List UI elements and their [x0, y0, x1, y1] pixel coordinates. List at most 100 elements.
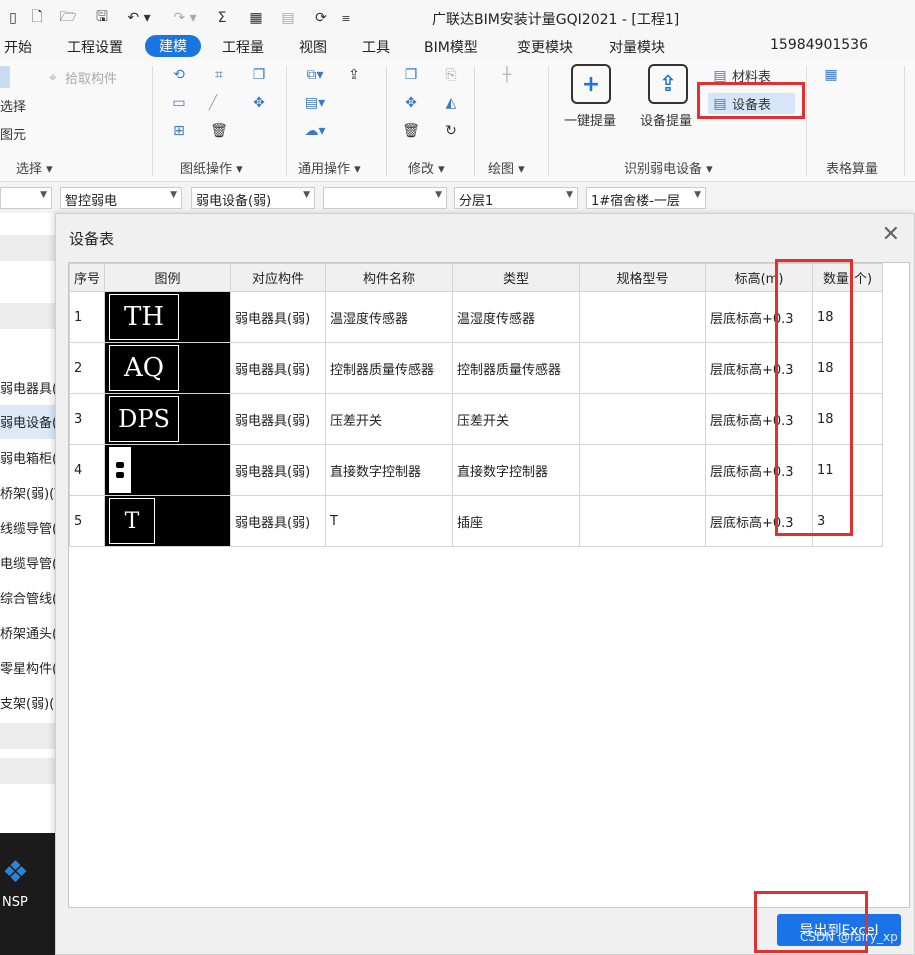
cell-component[interactable]: 弱电器具(弱) — [230, 291, 327, 343]
tree-item[interactable]: 桥架(弱)(V — [0, 476, 56, 510]
menu-bim-model[interactable]: BIM模型 — [424, 37, 478, 57]
align-icon[interactable]: ⊞ — [170, 122, 188, 140]
menu-quantity[interactable]: 工程量 — [222, 37, 264, 57]
cell-qty[interactable]: 18 — [812, 342, 884, 394]
layer-icon[interactable]: ▭ — [170, 94, 188, 112]
crop-icon[interactable]: ⌗ — [210, 66, 228, 84]
quick-access-icon[interactable]: ▯ — [4, 8, 22, 28]
component-type-dropdown[interactable]: 弱电设备(弱) ▼ — [191, 187, 315, 209]
point-draw-icon[interactable]: ┼ — [498, 66, 516, 84]
sync-icon[interactable]: ⟳ — [310, 8, 332, 28]
cell-elevation[interactable]: 层底标高+0.3 — [705, 495, 814, 547]
building-dropdown[interactable]: 1#宿舍楼-一层 ▼ — [586, 187, 706, 209]
cell-qty[interactable]: 3 — [812, 495, 884, 547]
paste-icon[interactable]: ⎘ — [442, 66, 460, 84]
cell-legend[interactable] — [104, 444, 232, 496]
tree-item[interactable]: 弱电箱柜( — [0, 441, 56, 475]
menu-tools[interactable]: 工具 — [362, 37, 390, 57]
sum-icon[interactable]: Σ — [212, 8, 232, 28]
move-icon[interactable]: ✥ — [402, 94, 420, 112]
delete-icon[interactable]: 🗑 — [402, 122, 420, 140]
cell-elevation[interactable]: 层底标高+0.3 — [705, 342, 814, 394]
modify-label[interactable]: 修改 ▾ — [408, 158, 445, 177]
col-header-no[interactable]: 序号 — [68, 263, 106, 292]
device-takeoff-icon[interactable]: ⇪ — [648, 64, 688, 104]
cell-name[interactable]: 控制器质量传感器 — [325, 342, 454, 394]
cell-component[interactable]: 弱电器具(弱) — [230, 342, 327, 394]
draw-label[interactable]: 绘图 ▾ — [488, 158, 525, 177]
general-ops-label[interactable]: 通用操作 ▾ — [298, 158, 361, 177]
table-row[interactable]: 5 T 弱电器具(弱) T 插座 层底标高+0.3 3 — [68, 495, 884, 547]
copy-icon[interactable]: ❐ — [402, 66, 420, 84]
cell-name[interactable]: T — [325, 495, 454, 547]
cell-type[interactable]: 插座 — [452, 495, 581, 547]
cell-qty[interactable]: 11 — [812, 444, 884, 496]
list-icon[interactable]: ▤ — [278, 8, 298, 28]
table-row[interactable]: 2 AQ 弱电器具(弱) 控制器质量传感器 控制器质量传感器 层底标高+0.3 … — [68, 342, 884, 394]
select-group-label[interactable]: 选择 ▾ — [16, 158, 53, 177]
cell-no[interactable]: 1 — [68, 291, 106, 343]
table-row[interactable]: 3 DPS 弱电器具(弱) 压差开关 压差开关 层底标高+0.3 18 — [68, 393, 884, 445]
close-icon[interactable]: ✕ — [882, 222, 900, 247]
cell-spec[interactable] — [579, 444, 707, 496]
tree-item[interactable]: 支架(弱)(N — [0, 686, 56, 720]
cell-type[interactable]: 温湿度传感器 — [452, 291, 581, 343]
move-drawing-icon[interactable]: ✥ — [250, 94, 268, 112]
tree-item[interactable]: 综合管线( — [0, 581, 56, 615]
tree-item[interactable]: 桥架通头( — [0, 616, 56, 650]
device-takeoff-button[interactable]: 设备提量 — [640, 110, 692, 129]
device-table-button[interactable]: ▤ 设备表 — [708, 93, 796, 114]
unit-button[interactable]: 图元 — [0, 124, 26, 143]
cell-spec[interactable] — [579, 393, 707, 445]
select-button[interactable]: 选择 — [0, 96, 26, 115]
one-key-takeoff-icon[interactable]: + — [571, 64, 611, 104]
menu-reconcile-module[interactable]: 对量模块 — [609, 37, 665, 57]
cell-no[interactable]: 3 — [68, 393, 106, 445]
category-dropdown[interactable]: ▼ — [0, 187, 52, 209]
undo-icon[interactable]: ↶ ▾ — [124, 8, 154, 28]
col-header-spec[interactable]: 规格型号 — [579, 263, 707, 292]
menu-start[interactable]: 开始 — [4, 37, 32, 57]
cell-no[interactable]: 4 — [68, 444, 106, 496]
cell-component[interactable]: 弱电器具(弱) — [230, 444, 327, 496]
col-header-qty[interactable]: 数量(个) — [812, 263, 884, 292]
menu-view[interactable]: 视图 — [299, 37, 327, 57]
filter-icon[interactable]: ▤▾ — [300, 94, 330, 112]
table-row[interactable]: 4 弱电器具(弱) 直接数字控制器 直接数字控制器 层底标高+0.3 11 — [68, 444, 884, 496]
cell-type[interactable]: 控制器质量传感器 — [452, 342, 581, 394]
col-header-name[interactable]: 构件名称 — [325, 263, 454, 292]
drawing-ops-label[interactable]: 图纸操作 ▾ — [180, 158, 243, 177]
tree-item[interactable]: 弱电器具( — [0, 371, 56, 405]
cell-no[interactable]: 2 — [68, 342, 106, 394]
cell-elevation[interactable]: 层底标高+0.3 — [705, 393, 814, 445]
cell-type[interactable]: 压差开关 — [452, 393, 581, 445]
specialty-dropdown[interactable]: 智控弱电 ▼ — [60, 187, 182, 209]
delete-drawing-icon[interactable]: 🗑 — [210, 122, 228, 140]
tree-item-selected[interactable]: 弱电设备( — [0, 405, 56, 439]
cell-type[interactable]: 直接数字控制器 — [452, 444, 581, 496]
table-row[interactable]: 1 TH 弱电器具(弱) 温湿度传感器 温湿度传感器 层底标高+0.3 18 — [68, 291, 884, 343]
table-calc-icon[interactable]: ▦ — [822, 66, 840, 84]
rotate-icon[interactable]: ↻ — [442, 122, 460, 140]
upload-icon[interactable]: ⇪ — [345, 66, 363, 84]
one-key-takeoff-button[interactable]: 一键提量 — [564, 110, 616, 129]
cell-qty[interactable]: 18 — [812, 291, 884, 343]
identify-group-label[interactable]: 识别弱电设备 ▾ — [624, 158, 713, 177]
tree-item[interactable]: 电缆导管( — [0, 546, 56, 580]
customize-icon[interactable]: ≡ — [340, 8, 352, 28]
cloud-icon[interactable]: ☁▾ — [300, 122, 330, 140]
tree-item[interactable]: 零星构件( — [0, 651, 56, 685]
cell-legend[interactable]: DPS — [104, 393, 232, 445]
menu-modeling[interactable]: 建模 — [145, 35, 201, 57]
material-table-button[interactable]: ▤ 材料表 — [711, 66, 771, 86]
cell-name[interactable]: 温湿度传感器 — [325, 291, 454, 343]
cell-legend[interactable]: TH — [104, 291, 232, 343]
line-icon[interactable]: ╱ — [204, 94, 222, 112]
cell-elevation[interactable]: 层底标高+0.3 — [705, 291, 814, 343]
floor-dropdown[interactable]: 分层1 ▼ — [454, 187, 578, 209]
cell-elevation[interactable]: 层底标高+0.3 — [705, 444, 814, 496]
cell-qty[interactable]: 18 — [812, 393, 884, 445]
mirror-icon[interactable]: ◭ — [442, 94, 460, 112]
cell-spec[interactable] — [579, 342, 707, 394]
col-header-type[interactable]: 类型 — [452, 263, 581, 292]
